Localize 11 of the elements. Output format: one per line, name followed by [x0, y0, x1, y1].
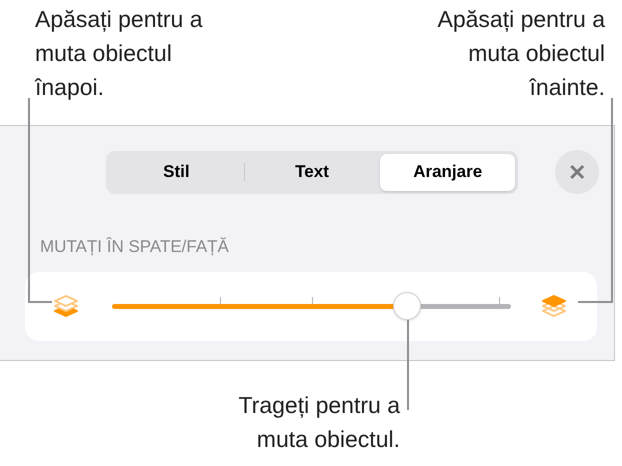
bring-forward-icon[interactable]: [541, 294, 567, 318]
slider[interactable]: [112, 291, 511, 321]
callout-text: Apăsați pentru a muta obiectul înainte.: [436, 5, 605, 102]
slider-thumb[interactable]: [393, 292, 422, 320]
callout-text: Apăsați pentru a muta obiectul înapoi.: [35, 5, 204, 102]
tab[interactable]: Aranjare: [380, 154, 516, 190]
send-backward-icon[interactable]: [53, 294, 79, 318]
callout-text: Trageți pentru a muta obiectul.: [237, 391, 400, 454]
tab[interactable]: Stil: [109, 154, 244, 190]
tab[interactable]: Text: [244, 154, 380, 190]
section-label: MUTAȚI ÎN SPATE/FAȚĂ: [40, 236, 230, 258]
